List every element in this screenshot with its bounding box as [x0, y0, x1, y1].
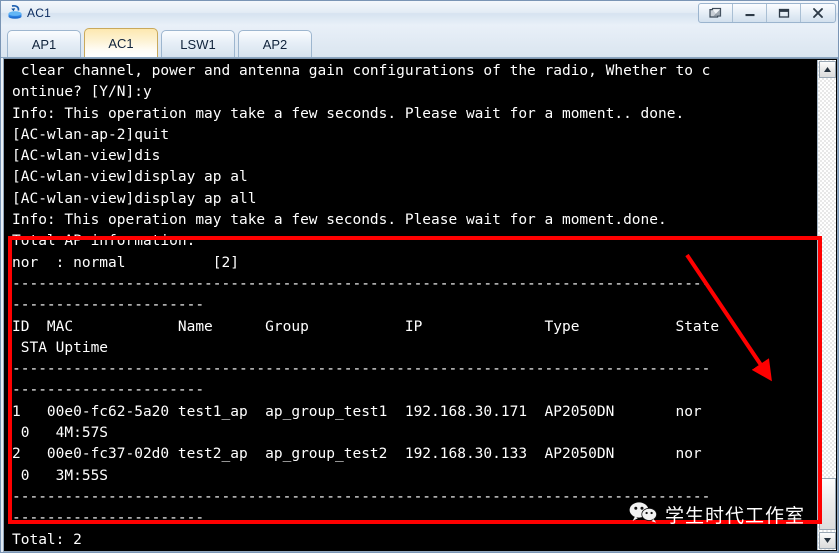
close-icon: [810, 6, 826, 20]
terminal-line: nor : normal [2]: [12, 254, 239, 271]
terminal-line: 0 4M:57S: [12, 425, 109, 442]
scroll-up-button[interactable]: [819, 61, 836, 78]
emulator-window: AC1 AP1 AC1 LSW1 AP2 clear channel, powe…: [0, 0, 839, 553]
terminal-frame: clear channel, power and antenna gain co…: [3, 58, 838, 552]
terminal-line: Info: This operation may take a few seco…: [12, 105, 685, 122]
tab-label: AP2: [262, 36, 288, 52]
window-controls: [698, 3, 836, 23]
minimize-icon: [742, 6, 758, 20]
restore-icon: [708, 6, 724, 20]
device-tab-bar: AP1 AC1 LSW1 AP2: [1, 25, 838, 58]
terminal-line: Info: This operation may take a few seco…: [12, 212, 667, 229]
terminal-line: ID MAC Name Group IP Type State: [12, 318, 720, 335]
close-button[interactable]: [801, 4, 835, 22]
terminal-line: Total: 2: [12, 531, 82, 548]
tab-label: AP1: [31, 36, 57, 52]
chevron-up-icon: [824, 67, 831, 72]
terminal-scrollbar[interactable]: [817, 60, 836, 550]
title-bar: AC1: [1, 1, 838, 25]
terminal-line: ----------------------------------------…: [12, 275, 711, 292]
tab-ac1[interactable]: AC1: [84, 28, 158, 57]
tab-ap1[interactable]: AP1: [7, 30, 81, 57]
terminal-line: ----------------------------------------…: [12, 361, 711, 378]
chevron-down-icon: [824, 538, 831, 543]
terminal-console[interactable]: clear channel, power and antenna gain co…: [4, 59, 818, 551]
terminal-line: [AC-wlan-view]dis: [12, 148, 161, 165]
router-icon: [6, 4, 24, 22]
terminal-line: 2 00e0-fc37-02d0 test2_ap ap_group_test2…: [12, 446, 702, 463]
tab-ap2[interactable]: AP2: [238, 30, 312, 57]
tab-label: AC1: [108, 35, 134, 51]
tab-lsw1[interactable]: LSW1: [161, 30, 235, 57]
terminal-line: Total AP information:: [12, 233, 196, 250]
restore-button[interactable]: [699, 4, 733, 22]
scroll-down-button[interactable]: [819, 532, 836, 549]
terminal-line: ----------------------: [12, 382, 205, 399]
terminal-line: ----------------------------------------…: [12, 488, 711, 505]
scrollbar-thumb[interactable]: [819, 478, 836, 530]
terminal-line: [AC-wlan-ap-2]quit: [12, 126, 170, 143]
maximize-icon: [776, 6, 792, 20]
terminal-line: ----------------------: [12, 510, 205, 527]
terminal-line: clear channel, power and antenna gain co…: [12, 63, 711, 79]
maximize-button[interactable]: [767, 4, 801, 22]
window-title: AC1: [27, 6, 51, 20]
terminal-line: 1 00e0-fc62-5a20 test1_ap ap_group_test1…: [12, 403, 702, 420]
terminal-line: 0 3M:55S: [12, 467, 109, 484]
terminal-output: clear channel, power and antenna gain co…: [12, 61, 818, 551]
minimize-button[interactable]: [733, 4, 767, 22]
terminal-line: [AC-wlan-view]display ap all: [12, 190, 257, 207]
tab-label: LSW1: [180, 36, 216, 52]
terminal-line: STA Uptime: [12, 339, 109, 356]
terminal-line: [AC-wlan-view]display ap al: [12, 169, 248, 186]
terminal-line: ontinue? [Y/N]:y: [12, 84, 152, 101]
terminal-line: ----------------------: [12, 297, 205, 314]
